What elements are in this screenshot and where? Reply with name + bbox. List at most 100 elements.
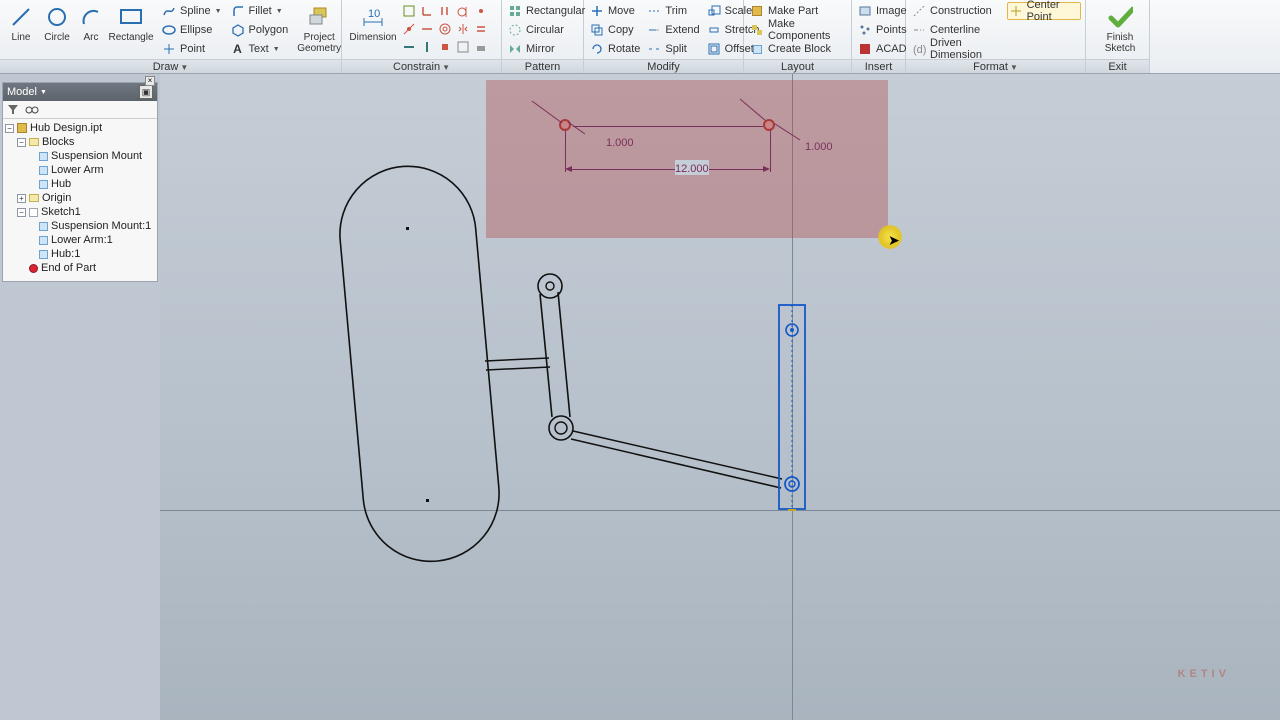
text-button[interactable]: AText▼ — [229, 40, 294, 58]
tree-sketch-item[interactable]: Lower Arm:1 — [5, 233, 155, 247]
image-icon — [858, 4, 872, 18]
split-button[interactable]: Split — [645, 40, 704, 58]
acad-button[interactable]: ACAD — [856, 40, 901, 58]
finish-sketch-button[interactable]: Finish Sketch — [1090, 2, 1150, 58]
construction-icon — [912, 4, 926, 18]
points-icon — [858, 23, 872, 37]
dimension-icon: 10 — [360, 4, 386, 30]
panel-pattern: Rectangular Circular Mirror Pattern — [502, 0, 584, 73]
browser-tree: −Hub Design.ipt −Blocks Suspension Mount… — [3, 119, 157, 281]
constraint-perpendicular-icon[interactable] — [418, 2, 436, 20]
point-icon — [162, 42, 176, 56]
tree-end[interactable]: End of Part — [5, 261, 155, 275]
trim-icon — [647, 4, 661, 18]
spline-button[interactable]: Spline▼ — [160, 2, 227, 20]
tree-sketch-item[interactable]: Hub:1 — [5, 247, 155, 261]
trim-button[interactable]: Trim — [645, 2, 704, 20]
rotate-button[interactable]: Rotate — [588, 40, 645, 58]
constraint-settings-icon[interactable] — [472, 38, 490, 56]
text-icon: A — [231, 42, 245, 56]
tree-block-item[interactable]: Lower Arm — [5, 163, 155, 177]
circle-button[interactable]: Circle — [38, 2, 76, 58]
browser-tab-model[interactable]: Model▼ — [7, 86, 47, 98]
split-icon — [647, 42, 661, 56]
panel-title-draw[interactable]: Draw▼ — [0, 59, 341, 73]
tree-block-item[interactable]: Hub — [5, 177, 155, 191]
constraint-parallel-icon[interactable] — [436, 2, 454, 20]
center-point-icon — [1009, 4, 1023, 18]
create-block-icon — [750, 42, 764, 56]
image-button[interactable]: Image — [856, 2, 901, 20]
construction-button[interactable]: Construction — [910, 2, 1007, 20]
fillet-button[interactable]: Fillet▼ — [229, 2, 294, 20]
browser-toolbar — [3, 101, 157, 119]
finish-sketch-label: Finish Sketch — [1090, 32, 1150, 54]
project-geometry-icon — [306, 4, 332, 30]
points-button[interactable]: Points — [856, 21, 901, 39]
panel-title-exit: Exit — [1086, 59, 1149, 73]
tree-block-item[interactable]: Suspension Mount — [5, 149, 155, 163]
circular-pattern-button[interactable]: Circular — [506, 21, 579, 39]
constraint-vertical-icon[interactable] — [418, 38, 436, 56]
circle-label: Circle — [44, 32, 70, 43]
constraint-collinear-icon[interactable] — [418, 20, 436, 38]
filter-icon[interactable] — [7, 103, 19, 116]
browser-expand-button[interactable]: ▣ — [139, 85, 153, 99]
browser-close-button[interactable]: × — [145, 76, 155, 86]
constraint-smooth-icon[interactable] — [472, 2, 490, 20]
panel-title-format[interactable]: Format▼ — [906, 59, 1085, 73]
copy-button[interactable]: Copy — [588, 21, 645, 39]
line-label: Line — [12, 32, 31, 43]
driven-dimension-button[interactable]: (d)Driven Dimension — [910, 40, 1007, 58]
constraint-symmetric-icon[interactable] — [454, 20, 472, 38]
constraint-tangent-icon[interactable] — [454, 2, 472, 20]
constraint-fix-icon[interactable] — [436, 38, 454, 56]
extend-button[interactable]: Extend — [645, 21, 704, 39]
block-icon — [39, 250, 48, 259]
make-components-button[interactable]: Make Components — [748, 21, 847, 39]
constraint-show-icon[interactable] — [454, 38, 472, 56]
centerline-icon — [912, 23, 926, 37]
constraint-equal-icon[interactable] — [472, 20, 490, 38]
move-button[interactable]: Move — [588, 2, 645, 20]
block-icon — [39, 166, 48, 175]
make-components-icon — [750, 23, 764, 37]
scale-icon — [707, 4, 721, 18]
tree-sketch-item[interactable]: Suspension Mount:1 — [5, 219, 155, 233]
constraint-autodim-icon[interactable] — [400, 2, 418, 20]
ellipse-button[interactable]: Ellipse — [160, 21, 227, 39]
mirror-button[interactable]: Mirror — [506, 40, 579, 58]
create-block-button[interactable]: Create Block — [748, 40, 847, 58]
project-geometry-button[interactable]: Project Geometry — [297, 2, 341, 58]
ribbon: Line Circle Arc Rectangle Spline▼ Ellips… — [0, 0, 1280, 74]
constraint-horizontal-icon[interactable] — [400, 38, 418, 56]
tree-origin[interactable]: +Origin — [5, 191, 155, 205]
arc-button[interactable]: Arc — [76, 2, 106, 58]
mirror-icon — [508, 42, 522, 56]
spline-icon — [162, 4, 176, 18]
tree-sketch[interactable]: −Sketch1 — [5, 205, 155, 219]
binoculars-icon[interactable] — [25, 103, 39, 116]
constraint-coincident-icon[interactable] — [400, 20, 418, 38]
panel-format: Construction Centerline (d)Driven Dimens… — [906, 0, 1086, 73]
rectangle-button[interactable]: Rectangle — [106, 2, 156, 58]
point-button[interactable]: Point — [160, 40, 227, 58]
polygon-button[interactable]: Polygon — [229, 21, 294, 39]
line-button[interactable]: Line — [4, 2, 38, 58]
center-point-button[interactable]: Center Point — [1007, 2, 1081, 20]
panel-exit: Finish Sketch Exit — [1086, 0, 1150, 73]
panel-title-pattern: Pattern — [502, 59, 583, 73]
tree-root[interactable]: −Hub Design.ipt — [5, 121, 155, 135]
sketch-geometry — [160, 74, 1280, 720]
constraint-concentric-icon[interactable] — [436, 20, 454, 38]
part-icon — [17, 123, 27, 133]
tree-blocks[interactable]: −Blocks — [5, 135, 155, 149]
circle-icon — [44, 4, 70, 30]
move-icon — [590, 4, 604, 18]
offset-icon — [707, 42, 721, 56]
rectangular-pattern-button[interactable]: Rectangular — [506, 2, 579, 20]
sketch-canvas[interactable]: 12.000 1.000 1.000 — [160, 74, 1280, 720]
dimension-button[interactable]: 10 Dimension — [346, 2, 400, 58]
panel-title-constrain[interactable]: Constrain▼ — [342, 59, 501, 73]
folder-icon — [29, 138, 39, 146]
